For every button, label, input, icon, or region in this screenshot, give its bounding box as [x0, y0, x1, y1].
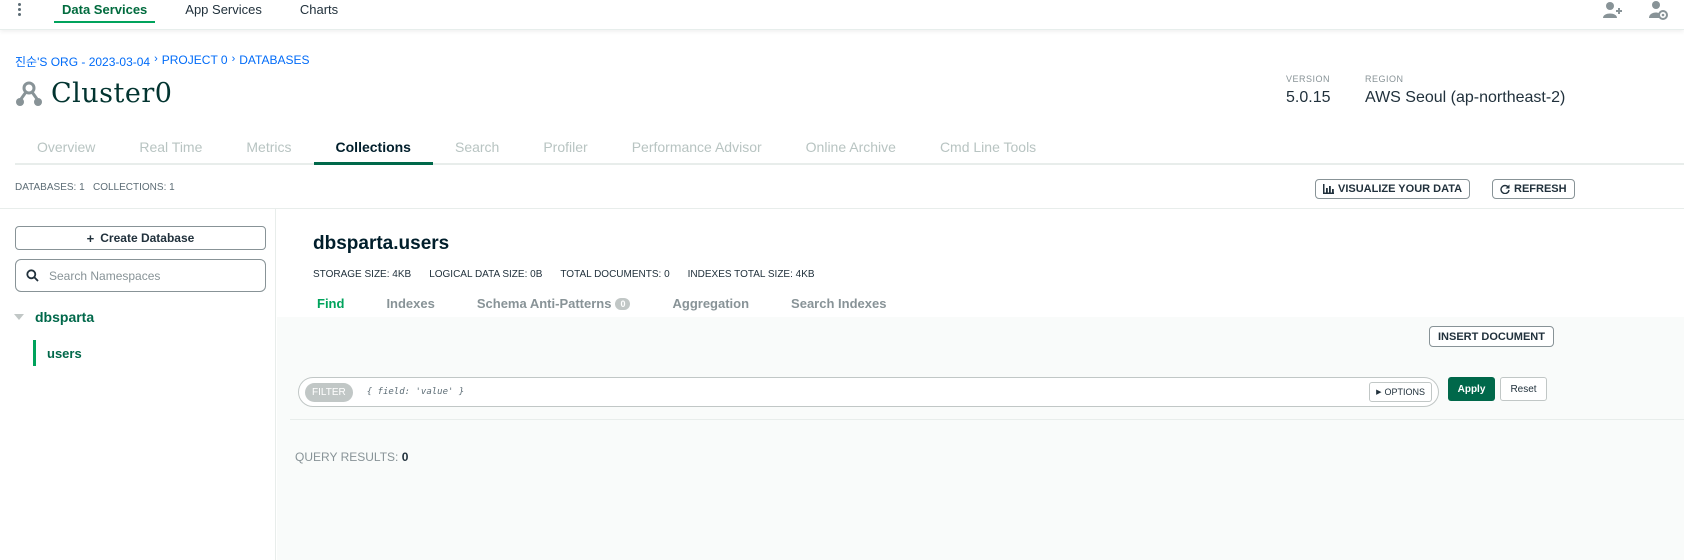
- collection-stats: STORAGE SIZE: 4KB LOGICAL DATA SIZE: 0B …: [313, 269, 815, 280]
- top-nav-bar: Data Services App Services Charts: [0, 0, 1684, 30]
- database-name: dbsparta: [35, 309, 95, 325]
- breadcrumb-project[interactable]: PROJECT 0: [162, 53, 228, 70]
- version-block: VERSION 5.0.15: [1286, 74, 1330, 107]
- namespace-sidebar: + Create Database dbsparta users: [0, 209, 276, 560]
- search-namespaces-input[interactable]: [49, 268, 249, 283]
- version-value: 5.0.15: [1286, 89, 1331, 106]
- logical-data-size: LOGICAL DATA SIZE: 0B: [429, 269, 543, 280]
- collection-name: users: [47, 345, 82, 361]
- breadcrumb-separator: ›: [231, 53, 236, 65]
- collection-item-users[interactable]: users: [33, 340, 82, 366]
- find-panel: [277, 317, 1684, 560]
- breadcrumb-separator: ›: [154, 53, 158, 65]
- create-database-label: Create Database: [100, 231, 195, 245]
- create-database-button[interactable]: + Create Database: [15, 226, 266, 250]
- refresh-icon: [1500, 184, 1510, 194]
- tab-collections[interactable]: Collections: [313, 135, 433, 165]
- filter-bar: FILTER ▶ OPTIONS: [298, 377, 1439, 407]
- options-label: OPTIONS: [1384, 387, 1425, 397]
- tab-cmd-line-tools[interactable]: Cmd Line Tools: [918, 135, 1058, 165]
- indexes-total-size: INDEXES TOTAL SIZE: 4KB: [687, 269, 815, 280]
- cluster-name: Cluster0: [51, 78, 173, 109]
- version-label: VERSION: [1286, 74, 1331, 84]
- collection-title: dbsparta.users: [313, 233, 450, 254]
- subtab-label: Search Indexes: [791, 296, 887, 311]
- caret-down-icon[interactable]: [14, 314, 24, 320]
- caret-right-icon: ▶: [1376, 389, 1382, 396]
- visualize-data-button[interactable]: VISUALIZE YOUR DATA: [1315, 179, 1471, 199]
- add-user-icon[interactable]: [1602, 0, 1622, 20]
- subtab-aggregation[interactable]: Aggregation: [651, 296, 770, 311]
- top-nav-data-services[interactable]: Data Services: [54, 0, 156, 23]
- region-value: AWS Seoul (ap-northeast-2): [1365, 89, 1566, 106]
- collection-subtabs: Find Indexes Schema Anti-Patterns 0 Aggr…: [296, 296, 907, 311]
- tab-overview[interactable]: Overview: [15, 135, 117, 165]
- query-results-count: 0: [401, 450, 409, 464]
- subtab-search-indexes[interactable]: Search Indexes: [770, 296, 907, 311]
- top-nav: Data Services App Services Charts: [54, 0, 368, 30]
- query-results: QUERY RESULTS: 0: [295, 450, 408, 464]
- subtab-label: Find: [317, 296, 345, 311]
- top-icons: [1602, 0, 1668, 20]
- top-nav-app-services[interactable]: App Services: [177, 0, 270, 23]
- insert-document-button[interactable]: INSERT DOCUMENT: [1429, 326, 1554, 347]
- cluster-icon: [16, 81, 42, 106]
- region-label: REGION: [1365, 74, 1404, 84]
- filter-input[interactable]: [366, 387, 1357, 397]
- collections-count: COLLECTIONS: 1: [93, 182, 175, 193]
- subtab-find[interactable]: Find: [296, 296, 365, 311]
- filter-label: FILTER: [305, 382, 353, 402]
- database-item-dbsparta[interactable]: dbsparta: [14, 309, 94, 325]
- subtab-schema-anti-patterns[interactable]: Schema Anti-Patterns 0: [456, 296, 652, 311]
- apply-button[interactable]: Apply: [1448, 377, 1495, 401]
- more-menu-icon[interactable]: [14, 2, 24, 18]
- search-namespaces-box: [15, 259, 266, 292]
- tab-metrics[interactable]: Metrics: [224, 135, 313, 165]
- tab-online-archive[interactable]: Online Archive: [784, 135, 918, 165]
- total-documents: TOTAL DOCUMENTS: 0: [560, 269, 670, 280]
- tab-real-time[interactable]: Real Time: [117, 135, 224, 165]
- cluster-header: Cluster0: [15, 78, 172, 109]
- tab-profiler[interactable]: Profiler: [521, 135, 609, 165]
- subtab-indexes[interactable]: Indexes: [365, 296, 455, 311]
- breadcrumb-databases[interactable]: DATABASES: [239, 53, 309, 70]
- subtab-label: Schema Anti-Patterns: [476, 296, 612, 311]
- tab-performance-advisor[interactable]: Performance Advisor: [610, 135, 784, 165]
- user-settings-icon[interactable]: [1648, 0, 1668, 20]
- subtab-label: Indexes: [386, 296, 435, 311]
- options-button[interactable]: ▶ OPTIONS: [1369, 382, 1432, 402]
- query-results-label: QUERY RESULTS:: [295, 450, 399, 464]
- top-nav-charts[interactable]: Charts: [292, 0, 346, 23]
- tab-search[interactable]: Search: [433, 135, 521, 165]
- count-badge: 0: [615, 297, 631, 310]
- cluster-tabs: Overview Real Time Metrics Collections S…: [15, 135, 1684, 165]
- search-icon: [26, 269, 39, 282]
- plus-icon: +: [86, 230, 95, 246]
- region-block: REGION AWS Seoul (ap-northeast-2): [1365, 74, 1565, 107]
- storage-size: STORAGE SIZE: 4KB: [313, 269, 412, 280]
- refresh-button[interactable]: REFRESH: [1492, 179, 1575, 199]
- refresh-label: REFRESH: [1514, 183, 1567, 195]
- databases-count: DATABASES: 1: [15, 182, 85, 193]
- breadcrumb: 진순'S ORG - 2023-03-04 › PROJECT 0 › DATA…: [15, 53, 309, 70]
- divider: [290, 419, 1684, 420]
- reset-button[interactable]: Reset: [1500, 377, 1547, 401]
- subtab-label: Aggregation: [672, 296, 750, 311]
- visualize-data-label: VISUALIZE YOUR DATA: [1338, 183, 1463, 195]
- bar-chart-icon: [1323, 184, 1334, 194]
- breadcrumb-org[interactable]: 진순'S ORG - 2023-03-04: [15, 53, 150, 70]
- cluster-stats: DATABASES: 1 COLLECTIONS: 1: [15, 182, 175, 193]
